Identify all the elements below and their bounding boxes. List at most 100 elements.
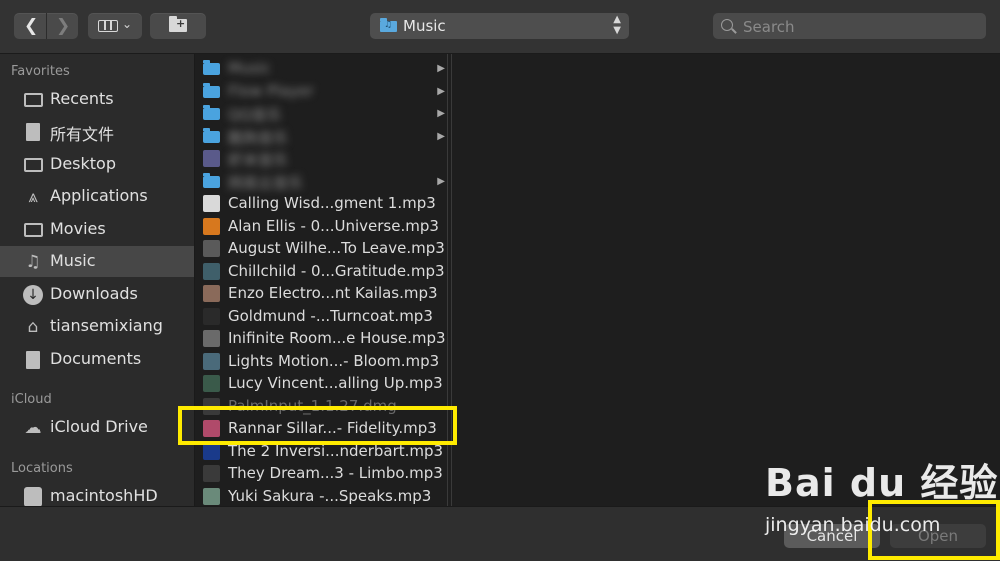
back-forward-buttons: ❮ ❯	[14, 13, 78, 39]
file-row[interactable]: Chillchild - 0...Gratitude.mp3	[195, 261, 451, 283]
audio-file-icon	[203, 195, 220, 212]
file-row[interactable]: Alan Ellis - 0...Universe.mp3	[195, 216, 451, 238]
desktop-icon	[22, 155, 44, 175]
columns-view-icon	[98, 20, 118, 32]
file-name: Lucy Vincent...alling Up.mp3	[228, 374, 443, 392]
disclosure-arrow-icon: ▶	[437, 175, 445, 187]
file-row[interactable]: They Dream...3 - Limbo.mp3	[195, 463, 451, 485]
file-name: Enzo Electro...nt Kailas.mp3	[228, 284, 438, 302]
chevron-down-icon: ⌄	[122, 17, 133, 31]
sidebar-item-desktop[interactable]: Desktop	[0, 149, 194, 180]
app-icon	[203, 150, 220, 167]
highlight-selected-file	[178, 406, 457, 445]
file-row[interactable]: 酷狗音乐 ▶	[195, 126, 451, 148]
section-header-favorites: Favorites	[11, 64, 70, 79]
watermark: Bai du 经验 jingyan.baidu.com	[765, 452, 998, 536]
file-name: 虾米音乐	[228, 151, 289, 169]
file-name: August Wilhe...To Leave.mp3	[228, 239, 445, 257]
sidebar-item-label: Recents	[50, 89, 114, 108]
sidebar-item-music[interactable]: ♫ Music	[0, 246, 194, 277]
file-row[interactable]: Lucy Vincent...alling Up.mp3	[195, 373, 451, 395]
album-art-icon	[203, 487, 220, 505]
sidebar-item-all-files[interactable]: 所有文件	[0, 116, 194, 147]
forward-icon[interactable]: ❯	[56, 18, 70, 35]
sidebar-item-movies[interactable]: Movies	[0, 214, 194, 245]
file-row[interactable]: Enzo Electro...nt Kailas.mp3	[195, 283, 451, 305]
sidebar-item-recents[interactable]: Recents	[0, 84, 194, 115]
all-files-icon	[22, 122, 44, 142]
sidebar-item-label: Music	[50, 251, 96, 270]
sidebar-item-label: 所有文件	[50, 125, 115, 144]
folder-icon	[203, 105, 220, 120]
plus-icon: +	[176, 17, 186, 30]
search-icon	[721, 19, 733, 31]
documents-icon	[22, 350, 44, 370]
album-art-icon	[203, 442, 220, 460]
file-row[interactable]: Lights Motion...- Bloom.mp3	[195, 351, 451, 373]
section-header-locations: Locations	[11, 461, 73, 476]
updown-chevron-icon: ▲ ▼	[613, 14, 621, 36]
album-art-icon	[203, 307, 220, 325]
file-name: They Dream...3 - Limbo.mp3	[228, 464, 443, 482]
file-name: 网易云音乐	[228, 173, 304, 192]
file-name: Chillchild - 0...Gratitude.mp3	[228, 261, 445, 280]
sidebar-item-documents[interactable]: Documents	[0, 344, 194, 375]
disk-icon	[22, 487, 44, 506]
sidebar-item-icloud-drive[interactable]: ☁ iCloud Drive	[0, 412, 194, 443]
file-row[interactable]: QQ音乐 ▶	[195, 103, 451, 125]
sidebar-item-label: Documents	[50, 349, 142, 368]
file-name: Calling Wisd...gment 1.mp3	[228, 194, 436, 212]
music-icon: ♫	[25, 252, 41, 272]
sidebar-item-applications[interactable]: ⩓ Applications	[0, 181, 194, 212]
search-input[interactable]	[741, 16, 975, 38]
folder-icon	[203, 127, 220, 143]
file-row[interactable]: Flow Player ▶	[195, 81, 451, 103]
sidebar-item-label: Desktop	[50, 154, 116, 173]
sidebar-item-label: Applications	[50, 186, 148, 205]
file-name: Flow Player	[228, 81, 314, 100]
cloud-icon: ☁	[24, 418, 42, 438]
file-name: 酷狗音乐	[228, 128, 289, 147]
location-popup[interactable]: ♫ Music ▲ ▼	[370, 13, 629, 39]
new-folder-button[interactable]: +	[150, 13, 206, 39]
album-art-icon	[203, 285, 220, 302]
album-art-icon	[203, 217, 220, 235]
recents-icon	[22, 90, 44, 110]
disclosure-arrow-icon: ▶	[437, 63, 445, 74]
file-row[interactable]: August Wilhe...To Leave.mp3	[195, 238, 451, 260]
file-name: Goldmund -...Turncoat.mp3	[228, 306, 433, 325]
album-art-icon	[203, 375, 220, 392]
file-row[interactable]: 虾米音乐	[195, 148, 451, 170]
watermark-url: jingyan.baidu.com	[765, 514, 941, 536]
file-row[interactable]: 网易云音乐 ▶	[195, 171, 451, 193]
file-row[interactable]: Yuki Sakura -...Speaks.mp3	[195, 486, 451, 507]
folder-icon	[203, 60, 220, 75]
album-art-icon	[203, 330, 220, 347]
album-art-icon	[203, 465, 220, 482]
folder-icon	[203, 172, 220, 188]
disclosure-arrow-icon: ▶	[437, 130, 445, 142]
toolbar: ❮ ❯ ⌄ + ♫ Music ▲ ▼	[0, 0, 1000, 54]
divider	[46, 13, 47, 39]
sidebar-item-macintoshhd[interactable]: macintoshHD	[0, 481, 194, 506]
file-name: Inifinite Room...e House.mp3	[228, 329, 446, 347]
back-icon[interactable]: ❮	[24, 18, 38, 35]
sidebar-item-downloads[interactable]: ↓ Downloads	[0, 279, 194, 310]
file-name: Lights Motion...- Bloom.mp3	[228, 351, 440, 370]
movies-icon	[22, 220, 44, 240]
album-art-icon	[203, 352, 220, 370]
view-mode-button[interactable]: ⌄	[88, 13, 142, 39]
sidebar-item-home[interactable]: ⌂ tiansemixiang	[0, 311, 194, 342]
applications-icon: ⩓	[28, 187, 38, 207]
file-name: Music	[228, 59, 271, 77]
sidebar-item-label: Downloads	[50, 284, 138, 303]
album-art-icon	[203, 240, 220, 257]
file-row[interactable]: Calling Wisd...gment 1.mp3	[195, 193, 451, 215]
file-row[interactable]: Music ▶	[195, 58, 451, 80]
file-row[interactable]: Goldmund -...Turncoat.mp3	[195, 306, 451, 328]
disclosure-arrow-icon: ▶	[437, 85, 445, 97]
file-row[interactable]: Inifinite Room...e House.mp3	[195, 328, 451, 350]
sidebar-item-label: tiansemixiang	[50, 316, 163, 335]
sidebar-item-label: macintoshHD	[50, 486, 158, 505]
search-field[interactable]	[713, 13, 986, 39]
